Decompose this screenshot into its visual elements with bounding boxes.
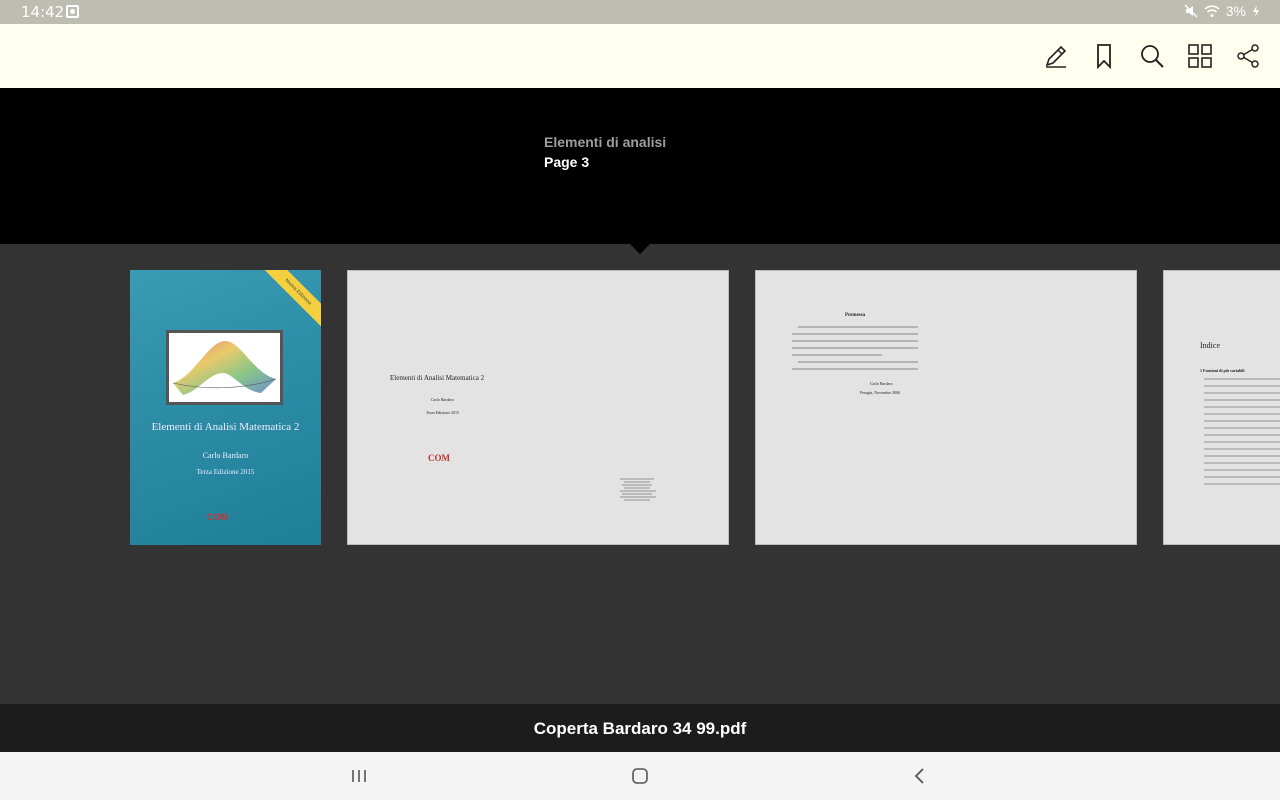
edit-icon [1045,45,1067,68]
thumbnail-page-3[interactable]: Premessa Carlo Bardaro Perugia, Novembre… [755,270,1137,545]
document-title: Elementi di analisi [544,134,667,150]
reader-toolbar [0,24,1280,88]
grid-view-icon [1188,44,1212,68]
page4-heading: Indice [1200,341,1220,350]
battery-level: 3% [1225,3,1246,19]
bookmark-button[interactable] [1088,40,1120,72]
mute-icon [1184,4,1198,18]
page2-copyright-block [620,478,656,501]
recent-apps-icon [352,770,366,782]
edit-button[interactable] [1040,40,1072,72]
share-icon [1237,44,1259,68]
home-icon [632,768,648,784]
back-icon [914,768,924,784]
page2-logo: COM [428,453,450,463]
notification-icon [66,5,79,18]
page3-text-block [792,326,918,370]
page2-author: Carlo Bardaro [431,397,454,402]
page3-heading: Premessa [845,313,866,318]
grid-view-button[interactable] [1184,40,1216,72]
home-button[interactable] [628,764,652,788]
cover-author: Carlo Bardaro [202,451,249,460]
cover-surface-image [166,330,283,405]
cover-logo: COM [207,512,228,522]
back-button[interactable] [908,764,932,788]
system-nav-bar [0,752,1280,800]
search-icon [1141,45,1164,68]
status-time: 14:42 [21,3,65,21]
page2-edition: Terza Edizione 2015 [426,410,460,415]
cover-edition: Terza Edizione 2015 [196,468,255,476]
current-page-label: Page 3 [544,154,590,170]
thumbnail-cover[interactable]: Nuova Edizione Elementi di Analisi Matem… [130,270,321,545]
thumbnail-page-4[interactable]: Indice 1 Funzioni di più variabili [1163,270,1280,545]
status-bar: 14:42 3% [0,0,1280,24]
share-button[interactable] [1232,40,1264,72]
page4-toc-lines [1204,378,1280,485]
thumbnail-strip[interactable]: Nuova Edizione Elementi di Analisi Matem… [0,254,1280,704]
cover-title: Elementi di Analisi Matematica 2 [151,421,300,433]
recent-apps-button[interactable] [347,764,371,788]
page2-title: Elementi di Analisi Matematica 2 [390,374,485,382]
file-name: Coperta Bardaro 34 99.pdf [533,719,747,738]
page3-place-date: Perugia, Novembre 2006 [860,390,901,395]
page-pointer [630,244,650,254]
file-name-bar: Coperta Bardaro 34 99.pdf [0,704,1280,752]
battery-charging-icon [1253,5,1259,17]
status-indicators: 3% [1184,3,1260,19]
page3-signature: Carlo Bardaro [870,381,893,386]
wifi-icon [1204,5,1220,17]
page4-section: 1 Funzioni di più variabili [1200,368,1245,373]
bookmark-icon [1097,44,1111,69]
page-info-panel: Elementi di analisi Page 3 [0,88,1280,244]
thumbnail-page-2[interactable]: Elementi di Analisi Matematica 2 Carlo B… [347,270,729,545]
cover-ribbon: Nuova Edizione [260,270,321,330]
search-button[interactable] [1136,40,1168,72]
